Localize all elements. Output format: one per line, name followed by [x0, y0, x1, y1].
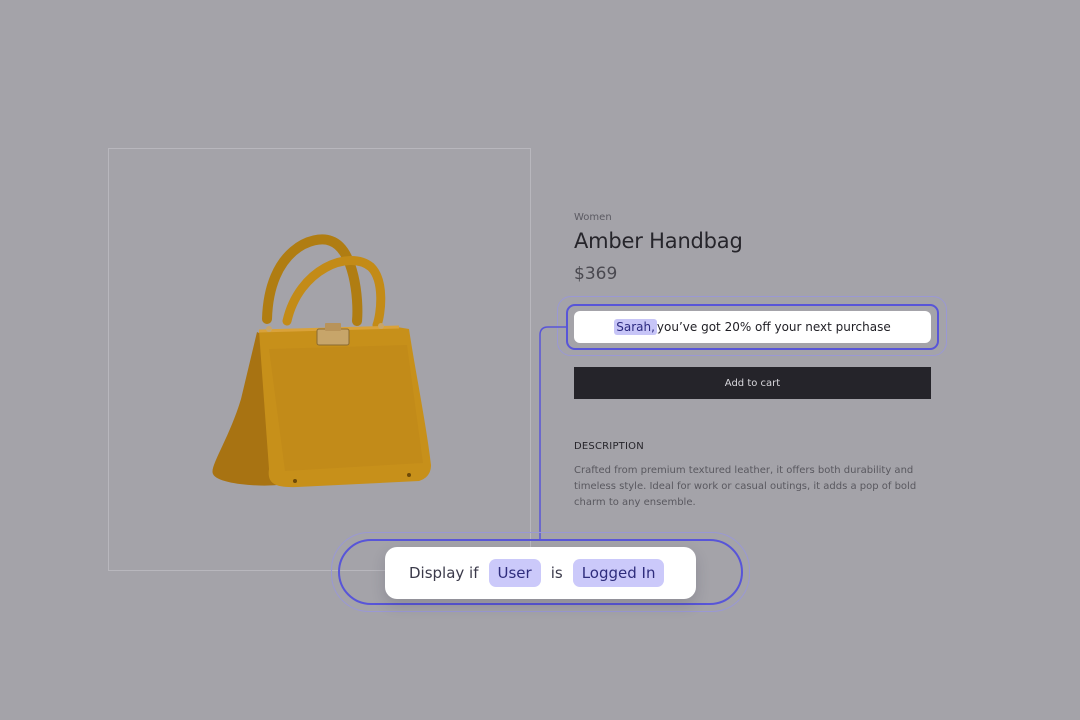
description-line: timeless style. Ideal for work or casual…	[574, 481, 917, 492]
product-price: $369	[574, 264, 618, 284]
product-category: Women	[574, 212, 612, 223]
condition-operator: is	[550, 564, 563, 582]
add-to-cart-button[interactable]: Add to cart	[574, 367, 931, 399]
promo-user-name-token[interactable]: Sarah,	[614, 319, 657, 335]
description-text: Crafted from premium textured leather, i…	[574, 463, 924, 511]
description-line: charm to any ensemble.	[574, 497, 696, 508]
description-heading: DESCRIPTION	[574, 441, 644, 452]
condition-subject-chip[interactable]: User	[488, 559, 541, 587]
description-line: Crafted from premium textured leather, i…	[574, 465, 914, 476]
condition-value-chip[interactable]: Logged In	[572, 559, 665, 587]
display-condition-rule[interactable]: Display if User is Logged In	[385, 547, 696, 599]
product-title: Amber Handbag	[574, 229, 743, 253]
condition-prefix: Display if	[409, 564, 479, 582]
promo-message: you’ve got 20% off your next purchase	[656, 320, 891, 334]
personalized-promo-banner[interactable]: Sarah, you’ve got 20% off your next purc…	[574, 311, 931, 343]
handbag-image	[212, 234, 431, 488]
product-image-frame	[108, 148, 531, 571]
